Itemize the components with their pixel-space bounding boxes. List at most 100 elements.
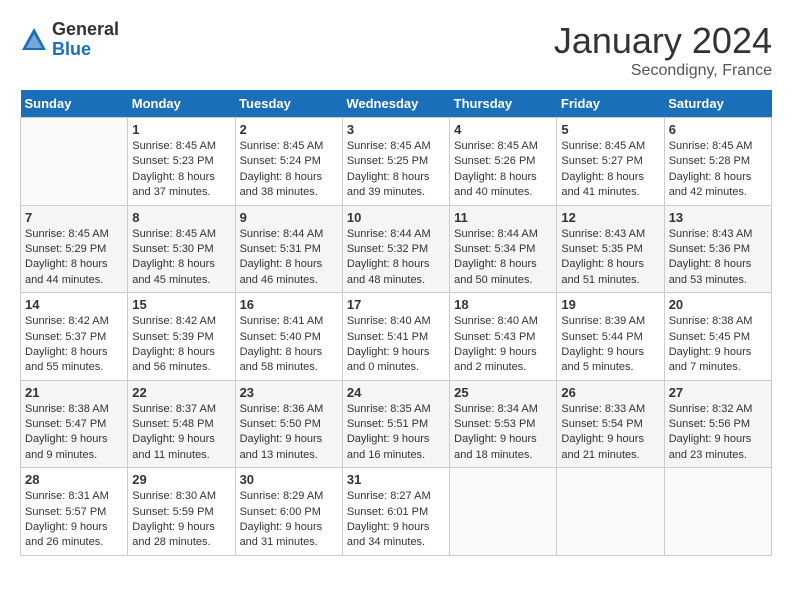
month-title: January 2024 (554, 20, 772, 62)
cell-info: Sunrise: 8:33 AMSunset: 5:54 PMDaylight:… (561, 402, 659, 464)
calendar-cell: 29 Sunrise: 8:30 AMSunset: 5:59 PMDayligh… (128, 468, 235, 556)
calendar-cell: 6 Sunrise: 8:45 AMSunset: 5:28 PMDaylight… (664, 118, 771, 206)
logo-icon (20, 26, 48, 54)
cell-info: Sunrise: 8:38 AMSunset: 5:45 PMDaylight:… (669, 314, 767, 376)
calendar-cell: 28 Sunrise: 8:31 AMSunset: 5:57 PMDayligh… (21, 468, 128, 556)
day-number: 6 (669, 122, 767, 137)
day-number: 18 (454, 297, 552, 312)
day-number: 9 (240, 210, 338, 225)
calendar-cell: 31 Sunrise: 8:27 AMSunset: 6:01 PMDayligh… (342, 468, 449, 556)
cell-info: Sunrise: 8:45 AMSunset: 5:28 PMDaylight:… (669, 139, 767, 201)
day-number: 16 (240, 297, 338, 312)
cell-info: Sunrise: 8:45 AMSunset: 5:30 PMDaylight:… (132, 227, 230, 289)
calendar-cell: 26 Sunrise: 8:33 AMSunset: 5:54 PMDayligh… (557, 380, 664, 468)
day-number: 25 (454, 385, 552, 400)
col-header-friday: Friday (557, 90, 664, 118)
calendar-cell: 16 Sunrise: 8:41 AMSunset: 5:40 PMDayligh… (235, 293, 342, 381)
calendar-cell: 17Sunrise: 8:40 AMSunset: 5:41 PMDayligh… (342, 293, 449, 381)
cell-info: Sunrise: 8:31 AMSunset: 5:57 PMDaylight:… (25, 489, 123, 551)
cell-info: Sunrise: 8:32 AMSunset: 5:56 PMDaylight:… (669, 402, 767, 464)
cell-info: Sunrise: 8:42 AMSunset: 5:39 PMDaylight:… (132, 314, 230, 376)
day-number: 2 (240, 122, 338, 137)
title-block: January 2024 Secondigny, France (554, 20, 772, 80)
cell-info: Sunrise: 8:34 AMSunset: 5:53 PMDaylight:… (454, 402, 552, 464)
day-number: 10 (347, 210, 445, 225)
day-number: 31 (347, 472, 445, 487)
calendar-cell: 12 Sunrise: 8:43 AMSunset: 5:35 PMDayligh… (557, 205, 664, 293)
col-header-tuesday: Tuesday (235, 90, 342, 118)
calendar-cell (664, 468, 771, 556)
day-number: 3 (347, 122, 445, 137)
cell-info: Sunrise: 8:44 AMSunset: 5:32 PMDaylight:… (347, 227, 445, 289)
day-number: 22 (132, 385, 230, 400)
day-number: 19 (561, 297, 659, 312)
day-number: 13 (669, 210, 767, 225)
calendar-cell: 20 Sunrise: 8:38 AMSunset: 5:45 PMDayligh… (664, 293, 771, 381)
calendar-cell: 5Sunrise: 8:45 AMSunset: 5:27 PMDaylight… (557, 118, 664, 206)
calendar-cell: 24 Sunrise: 8:35 AMSunset: 5:51 PMDayligh… (342, 380, 449, 468)
day-number: 12 (561, 210, 659, 225)
calendar-cell: 9 Sunrise: 8:44 AMSunset: 5:31 PMDaylight… (235, 205, 342, 293)
cell-info: Sunrise: 8:37 AMSunset: 5:48 PMDaylight:… (132, 402, 230, 464)
cell-info: Sunrise: 8:36 AMSunset: 5:50 PMDaylight:… (240, 402, 338, 464)
cell-info: Sunrise: 8:45 AMSunset: 5:25 PMDaylight:… (347, 139, 445, 201)
week-row-5: 28 Sunrise: 8:31 AMSunset: 5:57 PMDayligh… (21, 468, 772, 556)
day-number: 21 (25, 385, 123, 400)
calendar-cell: 8Sunrise: 8:45 AMSunset: 5:30 PMDaylight… (128, 205, 235, 293)
logo-blue-text: Blue (52, 40, 119, 60)
cell-info: Sunrise: 8:35 AMSunset: 5:51 PMDaylight:… (347, 402, 445, 464)
calendar-cell (21, 118, 128, 206)
cell-info: Sunrise: 8:40 AMSunset: 5:41 PMDaylight:… (347, 314, 445, 376)
calendar-cell: 11 Sunrise: 8:44 AMSunset: 5:34 PMDayligh… (450, 205, 557, 293)
cell-info: Sunrise: 8:44 AMSunset: 5:31 PMDaylight:… (240, 227, 338, 289)
day-number: 29 (132, 472, 230, 487)
calendar-cell: 30Sunrise: 8:29 AMSunset: 6:00 PMDayligh… (235, 468, 342, 556)
calendar-cell: 13 Sunrise: 8:43 AMSunset: 5:36 PMDayligh… (664, 205, 771, 293)
col-header-wednesday: Wednesday (342, 90, 449, 118)
page-header: General Blue January 2024 Secondigny, Fr… (20, 20, 772, 80)
col-header-saturday: Saturday (664, 90, 771, 118)
calendar-cell: 22 Sunrise: 8:37 AMSunset: 5:48 PMDayligh… (128, 380, 235, 468)
calendar-cell: 21Sunrise: 8:38 AMSunset: 5:47 PMDayligh… (21, 380, 128, 468)
day-number: 23 (240, 385, 338, 400)
logo-text: General Blue (52, 20, 119, 60)
cell-info: Sunrise: 8:41 AMSunset: 5:40 PMDaylight:… (240, 314, 338, 376)
calendar-cell (450, 468, 557, 556)
day-number: 26 (561, 385, 659, 400)
col-header-thursday: Thursday (450, 90, 557, 118)
calendar-cell: 19 Sunrise: 8:39 AMSunset: 5:44 PMDayligh… (557, 293, 664, 381)
day-number: 7 (25, 210, 123, 225)
calendar-cell: 3 Sunrise: 8:45 AMSunset: 5:25 PMDaylight… (342, 118, 449, 206)
day-number: 14 (25, 297, 123, 312)
calendar-cell: 25 Sunrise: 8:34 AMSunset: 5:53 PMDayligh… (450, 380, 557, 468)
day-number: 20 (669, 297, 767, 312)
calendar-cell: 1 Sunrise: 8:45 AMSunset: 5:23 PMDaylight… (128, 118, 235, 206)
cell-info: Sunrise: 8:45 AMSunset: 5:29 PMDaylight:… (25, 227, 123, 289)
cell-info: Sunrise: 8:42 AMSunset: 5:37 PMDaylight:… (25, 314, 123, 376)
col-header-monday: Monday (128, 90, 235, 118)
day-number: 15 (132, 297, 230, 312)
calendar-cell: 18 Sunrise: 8:40 AMSunset: 5:43 PMDayligh… (450, 293, 557, 381)
calendar-cell: 23 Sunrise: 8:36 AMSunset: 5:50 PMDayligh… (235, 380, 342, 468)
cell-info: Sunrise: 8:43 AMSunset: 5:36 PMDaylight:… (669, 227, 767, 289)
cell-info: Sunrise: 8:39 AMSunset: 5:44 PMDaylight:… (561, 314, 659, 376)
day-number: 30 (240, 472, 338, 487)
day-number: 1 (132, 122, 230, 137)
day-number: 24 (347, 385, 445, 400)
calendar-cell: 2Sunrise: 8:45 AMSunset: 5:24 PMDaylight… (235, 118, 342, 206)
day-number: 5 (561, 122, 659, 137)
calendar-cell: 27Sunrise: 8:32 AMSunset: 5:56 PMDayligh… (664, 380, 771, 468)
cell-info: Sunrise: 8:30 AMSunset: 5:59 PMDaylight:… (132, 489, 230, 551)
cell-info: Sunrise: 8:27 AMSunset: 6:01 PMDaylight:… (347, 489, 445, 551)
cell-info: Sunrise: 8:45 AMSunset: 5:23 PMDaylight:… (132, 139, 230, 201)
cell-info: Sunrise: 8:44 AMSunset: 5:34 PMDaylight:… (454, 227, 552, 289)
cell-info: Sunrise: 8:40 AMSunset: 5:43 PMDaylight:… (454, 314, 552, 376)
week-row-1: 1 Sunrise: 8:45 AMSunset: 5:23 PMDaylight… (21, 118, 772, 206)
cell-info: Sunrise: 8:43 AMSunset: 5:35 PMDaylight:… (561, 227, 659, 289)
calendar-cell: 10 Sunrise: 8:44 AMSunset: 5:32 PMDayligh… (342, 205, 449, 293)
day-number: 11 (454, 210, 552, 225)
week-row-4: 21Sunrise: 8:38 AMSunset: 5:47 PMDayligh… (21, 380, 772, 468)
day-number: 28 (25, 472, 123, 487)
col-header-sunday: Sunday (21, 90, 128, 118)
week-row-2: 7 Sunrise: 8:45 AMSunset: 5:29 PMDaylight… (21, 205, 772, 293)
